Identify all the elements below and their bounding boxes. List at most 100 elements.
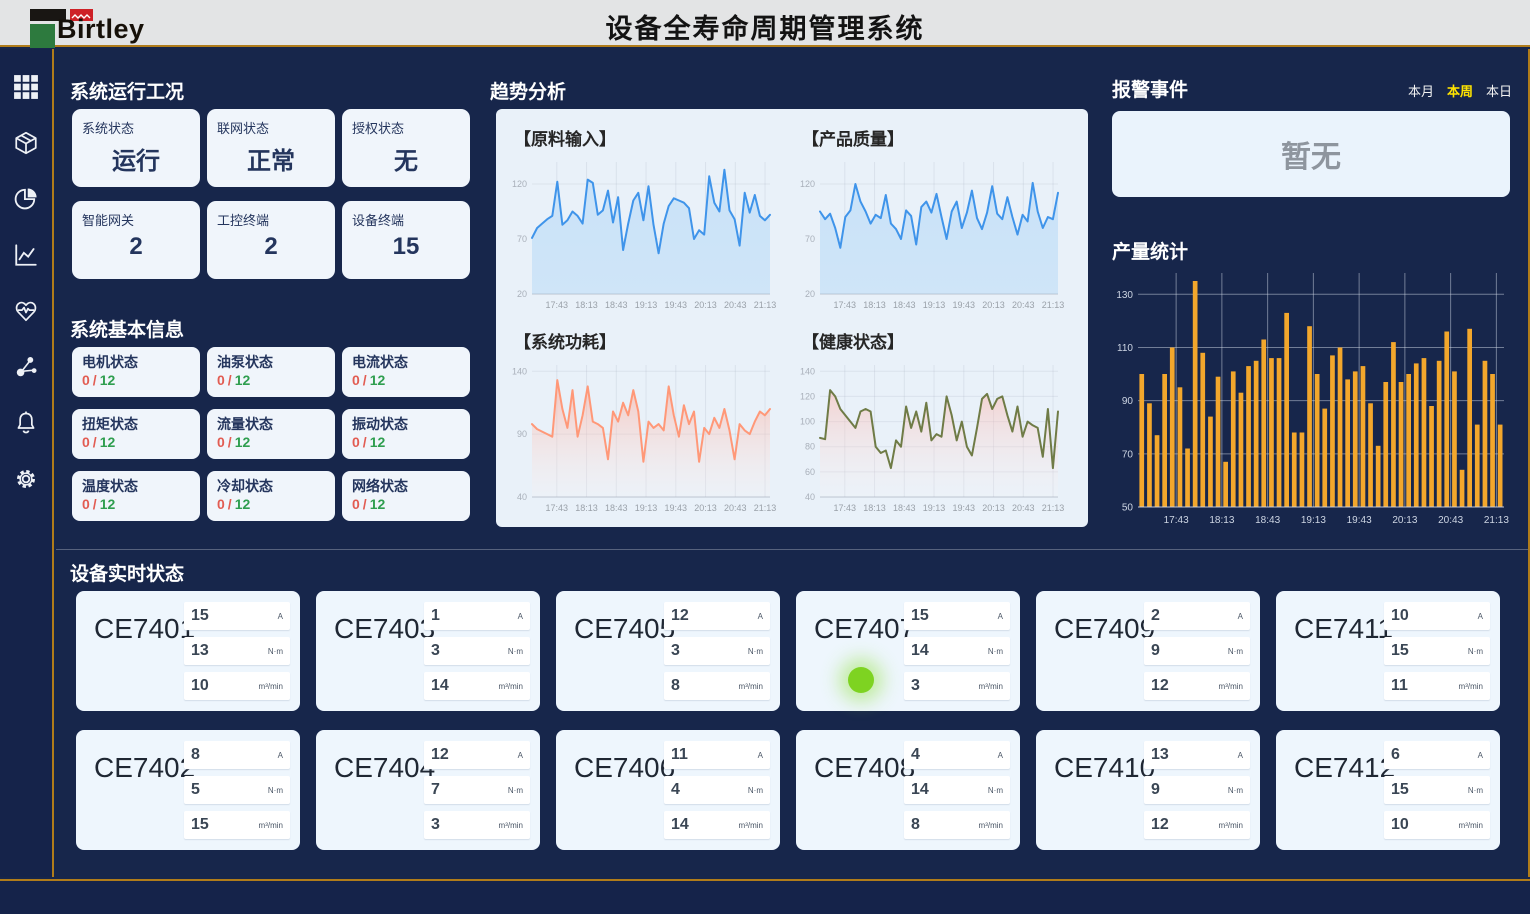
svg-text:40: 40 [805,492,815,502]
status-card-license: 授权状态无 [342,109,470,187]
value-current: 4 [911,746,920,764]
value-current: 12 [671,607,689,625]
svg-text:17:43: 17:43 [546,300,569,310]
device-value-row: 8m³/min [904,811,1010,839]
svg-text:19:43: 19:43 [665,503,688,513]
chart-title: 【健康状态】 [802,328,1080,353]
alarm-empty-state: 暂无 [1112,111,1510,197]
line-chart-icon[interactable] [12,241,40,269]
device-card-ce7406[interactable]: CE740611A4N·m14m³/min [556,730,780,850]
product-quality-line-chart: 120702017:4318:1318:4319:1319:4320:1320:… [794,154,1066,312]
health-pulse-icon[interactable] [12,297,40,325]
device-card-ce7411[interactable]: CE741110A15N·m11m³/min [1276,591,1500,711]
unit-newton-meter: N·m [268,647,283,656]
raw-input-line-chart: 120702017:4318:1318:4319:1319:4320:1320:… [506,154,778,312]
svg-text:20:13: 20:13 [982,300,1005,310]
value-current: 12 [431,746,449,764]
value-flow: 10 [191,677,209,695]
tab-today[interactable]: 本日 [1486,81,1512,100]
svg-text:110: 110 [1117,343,1133,354]
device-card-ce7412[interactable]: CE74126A15N·m10m³/min [1276,730,1500,850]
unit-ampere: A [998,612,1003,621]
svg-text:120: 120 [800,179,815,189]
chart-title: 【产品质量】 [802,125,1080,150]
device-card-ce7405[interactable]: CE740512A3N·m8m³/min [556,591,780,711]
svg-text:21:13: 21:13 [1042,503,1065,513]
cube-icon[interactable] [12,129,40,157]
unit-flow-rate: m³/min [1219,682,1243,691]
info-card-torque: 扭矩状态0/12 [72,409,200,459]
info-card-net: 网络状态0/12 [342,471,470,521]
device-values: 11A4N·m14m³/min [664,741,770,846]
gear-icon[interactable] [12,465,40,493]
svg-text:19:13: 19:13 [635,300,658,310]
pie-chart-icon[interactable] [12,185,40,213]
network-nodes-icon[interactable] [12,353,40,381]
unit-flow-rate: m³/min [739,821,763,830]
svg-text:120: 120 [800,391,815,401]
svg-text:19:13: 19:13 [923,300,946,310]
device-value-row: 3N·m [424,637,530,665]
info-card-cooling: 冷却状态0/12 [207,471,335,521]
info-card-vibration: 振动状态0/12 [342,409,470,459]
device-card-ce7410[interactable]: CE741013A9N·m12m³/min [1036,730,1260,850]
svg-text:19:43: 19:43 [953,300,976,310]
value-torque: 9 [1151,642,1160,660]
unit-ampere: A [998,751,1003,760]
card-value: 运行 [82,141,190,176]
nav-sidebar [0,49,54,877]
separator: / [93,434,97,450]
value-current: 15 [191,607,209,625]
tab-this-week[interactable]: 本周 [1447,81,1473,100]
device-name: CE7409 [1054,613,1155,645]
device-values: 12A7N·m3m³/min [424,741,530,846]
device-active-indicator-dot [848,667,874,693]
value-flow: 14 [431,677,449,695]
device-card-ce7407[interactable]: CE740715A14N·m3m³/min [796,591,1020,711]
card-label: 设备终端 [352,210,460,229]
status-card-gateways: 智能网关2 [72,201,200,279]
app-header: Birtley 设备全寿命周期管理系统 [0,0,1530,47]
info-card-flow: 流量状态0/12 [207,409,335,459]
section-title-devices: 设备实时状态 [70,559,184,586]
device-value-row: 13 N·m [184,637,290,665]
separator: / [363,496,367,512]
value-flow: 12 [1151,677,1169,695]
value-flow: 3 [431,816,440,834]
device-card-ce7408[interactable]: CE74084A14N·m8m³/min [796,730,1020,850]
unit-ampere: A [518,751,523,760]
device-value-row: 2A [1144,602,1250,630]
value-flow: 10 [1391,816,1409,834]
value-flow: 8 [671,677,680,695]
svg-text:19:13: 19:13 [1301,515,1326,526]
card-label: 智能网关 [82,210,190,229]
trend-cell-health-status: 【健康状态】 14012010080604017:4318:1318:4319:… [792,318,1080,521]
apps-grid-icon[interactable] [12,73,40,101]
device-values: 13A9N·m12m³/min [1144,741,1250,846]
svg-text:17:43: 17:43 [546,503,569,513]
system-power-line-chart: 140904017:4318:1318:4319:1319:4320:1320:… [506,357,778,515]
separator: / [228,372,232,388]
device-card-ce7409[interactable]: CE74092A9N·m12m³/min [1036,591,1260,711]
card-label: 流量状态 [217,414,325,434]
device-card-ce7401[interactable]: CE740115A13N·m10m³/min [76,591,300,711]
unit-newton-meter: N·m [748,647,763,656]
svg-text:140: 140 [800,366,815,376]
tab-this-month[interactable]: 本月 [1408,81,1434,100]
fault-count: 0 [82,372,90,388]
device-name: CE7410 [1054,752,1155,784]
device-card-ce7403[interactable]: CE74031A3N·m14m³/min [316,591,540,711]
device-value-row: 4N·m [664,776,770,804]
bell-icon[interactable] [12,409,40,437]
chart-title: 【系统功耗】 [514,328,792,353]
unit-flow-rate: m³/min [259,821,283,830]
unit-flow-rate: m³/min [739,682,763,691]
device-card-ce7404[interactable]: CE740412A7N·m3m³/min [316,730,540,850]
device-card-ce7402[interactable]: CE74028A5N·m15m³/min [76,730,300,850]
card-label: 联网状态 [217,118,325,137]
value-torque: 13 [191,642,209,660]
section-title-system-status: 系统运行工况 [70,77,184,104]
fault-count: 0 [352,496,360,512]
svg-text:18:13: 18:13 [1209,515,1234,526]
svg-text:20:43: 20:43 [724,300,747,310]
